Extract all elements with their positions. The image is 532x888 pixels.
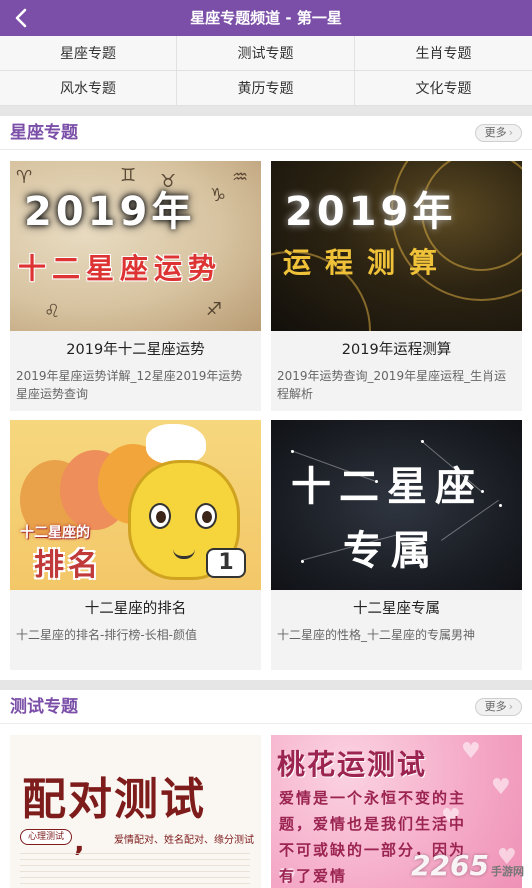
card-thumbnail: 配对测试 心理测试 , 爱情配对、姓名配对、缘分测试	[10, 735, 261, 888]
divider	[0, 680, 532, 690]
thumb-subheading: 十二星座的	[20, 525, 90, 541]
app-screen: 星座专题频道 - 第一星 星座专题 测试专题 生肖专题 风水专题 黄历专题 文化…	[0, 0, 532, 888]
category-xingzuo[interactable]: 星座专题	[0, 36, 177, 71]
thumb-text-line: 爱情是一个永恒不变的主	[279, 789, 467, 807]
card-title: 十二星座的排名	[84, 601, 187, 617]
character-eye	[195, 503, 217, 529]
topic-card[interactable]: 十二星座的 排名 1 十二星座的排名 十二星座的排名-排行榜-长相-颜值	[10, 420, 261, 670]
card-thumbnail: ♉ ♑ ♒ ♊ ♌ ♐ ♈ 2019年 十二星座运势	[10, 161, 261, 331]
category-shengxiao[interactable]: 生肖专题	[355, 36, 532, 71]
thumb-subheading: 运程测算	[283, 246, 452, 279]
thumb-subheading: 爱情配对、姓名配对、缘分测试	[114, 835, 254, 846]
top-app-bar: 星座专题频道 - 第一星	[0, 0, 532, 36]
section-body-xingzuo: ♉ ♑ ♒ ♊ ♌ ♐ ♈ 2019年 十二星座运势 2019年十二星座运势 2…	[0, 150, 532, 680]
thumb-subheading: 十二星座运势	[18, 252, 223, 285]
thumb-heading: 桃花运测试	[277, 748, 428, 781]
thumb-tag: 心理测试	[20, 829, 72, 845]
card-title: 2019年运程测算	[341, 342, 452, 358]
thumb-heading: 十二星座	[291, 464, 483, 510]
card-thumbnail: 2019年 运程测算	[271, 161, 522, 331]
card-title: 2019年十二星座运势	[66, 342, 205, 358]
watermark-suffix: 手游网	[491, 865, 524, 878]
character-eye	[149, 503, 171, 529]
card-description: 2019年运势查询_2019年星座运程_生肖运程解析	[277, 369, 507, 401]
heart-icon: ♥	[461, 739, 481, 764]
fine-print-decoration	[20, 853, 250, 888]
section-header-ceshi: 测试专题 更多 ›	[0, 690, 532, 724]
character-mouth	[173, 549, 195, 559]
category-wenhua[interactable]: 文化专题	[355, 71, 532, 106]
thumb-heading: 2019年	[285, 189, 457, 235]
card-thumbnail: 十二星座 专属	[271, 420, 522, 590]
card-title: 十二星座专属	[353, 601, 440, 617]
thumb-text-line: 有了爱情	[279, 867, 348, 885]
chevron-right-icon: ›	[508, 126, 513, 139]
card-thumbnail: 十二星座的 排名 1	[10, 420, 261, 590]
section-title: 星座专题	[10, 123, 78, 143]
character-hat	[146, 424, 206, 464]
section-title: 测试专题	[10, 697, 78, 717]
thumb-heading: 排名	[34, 548, 102, 583]
topic-card[interactable]: 配对测试 心理测试 , 爱情配对、姓名配对、缘分测试	[10, 735, 261, 888]
zodiac-symbol-icon: ♒	[232, 167, 249, 188]
card-description: 十二星座的性格_十二星座的专属男神	[277, 628, 476, 642]
watermark-logo: 2265 手游网	[411, 849, 524, 882]
zodiac-symbol-icon: ♐	[206, 299, 223, 320]
heart-icon: ♥	[491, 775, 511, 800]
thumb-heading: 配对测试	[22, 774, 206, 825]
thumb-text-line: 题，爱情也是我们生活中	[279, 815, 467, 833]
topic-card[interactable]: 2019年 运程测算 2019年运程测算 2019年运势查询_2019年星座运程…	[271, 161, 522, 411]
zodiac-symbol-icon: ♌	[44, 301, 61, 322]
page-title: 星座专题频道 - 第一星	[190, 9, 342, 27]
more-label: 更多	[484, 126, 507, 139]
category-fengshui[interactable]: 风水专题	[0, 71, 177, 106]
section-header-xingzuo: 星座专题 更多 ›	[0, 116, 532, 150]
chevron-right-icon: ›	[508, 700, 513, 713]
category-ceshi[interactable]: 测试专题	[177, 36, 355, 71]
category-grid: 星座专题 测试专题 生肖专题 风水专题 黄历专题 文化专题	[0, 36, 532, 106]
rank-badge: 1	[206, 548, 246, 578]
divider	[0, 106, 532, 116]
topic-card[interactable]: 十二星座 专属 十二星座专属 十二星座的性格_十二星座的专属男神	[271, 420, 522, 670]
zodiac-symbol-icon: ♑	[210, 185, 227, 206]
topic-card[interactable]: ♉ ♑ ♒ ♊ ♌ ♐ ♈ 2019年 十二星座运势 2019年十二星座运势 2…	[10, 161, 261, 411]
more-label: 更多	[484, 700, 507, 713]
thumb-heading: 2019年	[24, 189, 196, 235]
more-button[interactable]: 更多 ›	[474, 698, 522, 716]
more-button[interactable]: 更多 ›	[474, 124, 522, 142]
card-description: 十二星座的排名-排行榜-长相-颜值	[16, 628, 197, 642]
watermark-text: 2265	[411, 849, 489, 882]
card-description: 2019年星座运势详解_12星座2019年运势 星座运势查询	[16, 369, 243, 401]
thumb-subheading: 专属	[343, 528, 439, 574]
category-huangli[interactable]: 黄历专题	[177, 71, 355, 106]
